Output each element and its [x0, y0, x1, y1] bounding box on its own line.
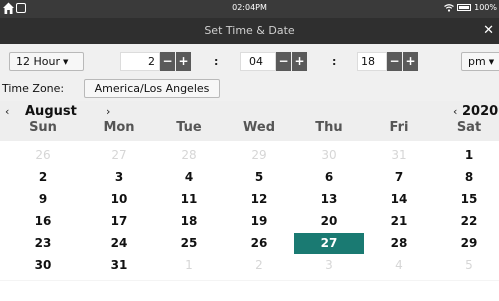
calendar-day[interactable]: 5	[224, 167, 294, 188]
hour-format-value: 12 Hour	[16, 55, 60, 68]
ampm-value: pm	[468, 55, 486, 68]
hour-format-dropdown[interactable]: 12 Hour ▼	[9, 52, 84, 71]
status-time: 02:04PM	[232, 3, 267, 12]
calendar-day[interactable]: 31	[84, 255, 154, 276]
close-icon[interactable]: ✕	[483, 23, 494, 38]
time-controls: 12 Hour ▼ 2 − + : 04 − + : 18 − + pm ▼	[0, 44, 499, 77]
month-title: August	[25, 104, 77, 119]
dialog-title: Set Time & Date	[204, 24, 295, 37]
calendar-day[interactable]: 26	[224, 233, 294, 254]
calendar-day[interactable]: 30	[294, 145, 364, 166]
calendar-day[interactable]: 8	[434, 167, 499, 188]
calendar-day[interactable]: 21	[364, 211, 434, 232]
calendar-day[interactable]: 14	[364, 189, 434, 210]
divider	[0, 280, 499, 281]
minute-increment-button[interactable]: +	[292, 52, 307, 71]
next-month-button[interactable]: ›	[106, 105, 110, 118]
calendar-day[interactable]: 29	[434, 233, 499, 254]
title-bar: Set Time & Date ✕	[0, 18, 499, 44]
minute-field[interactable]: 04	[240, 52, 276, 71]
timezone-label: Time Zone:	[2, 82, 65, 95]
calendar-day[interactable]: 28	[154, 145, 224, 166]
calendar-day[interactable]: 10	[84, 189, 154, 210]
ampm-dropdown[interactable]: pm ▼	[461, 52, 499, 71]
weekday-sun: Sun	[29, 120, 57, 135]
calendar-day[interactable]: 11	[154, 189, 224, 210]
second-decrement-button[interactable]: −	[387, 52, 402, 71]
calendar-day[interactable]: 31	[364, 145, 434, 166]
calendar-day[interactable]: 5	[434, 255, 499, 276]
battery-icon	[457, 4, 472, 11]
calendar-day[interactable]: 3	[84, 167, 154, 188]
calendar-day[interactable]: 23	[8, 233, 78, 254]
calendar-day[interactable]: 16	[8, 211, 78, 232]
calendar-day[interactable]: 2	[8, 167, 78, 188]
minute-decrement-button[interactable]: −	[276, 52, 291, 71]
calendar-day[interactable]: 3	[294, 255, 364, 276]
calendar-day[interactable]: 9	[8, 189, 78, 210]
calendar-day[interactable]: 4	[154, 167, 224, 188]
calendar-day[interactable]: 19	[224, 211, 294, 232]
calendar-day[interactable]: 1	[434, 145, 499, 166]
calendar-day[interactable]: 18	[154, 211, 224, 232]
status-bar: 02:04PM 100%	[0, 0, 499, 18]
hour-field[interactable]: 2	[120, 52, 160, 71]
wifi-icon	[444, 3, 454, 12]
calendar-day[interactable]: 29	[224, 145, 294, 166]
time-separator: :	[214, 55, 219, 68]
timezone-button[interactable]: America/Los Angeles	[84, 79, 220, 98]
prev-month-button[interactable]: ‹	[5, 105, 9, 118]
calendar-day[interactable]: 13	[294, 189, 364, 210]
weekday-thu: Thu	[315, 120, 343, 135]
calendar-day[interactable]: 22	[434, 211, 499, 232]
calendar-day[interactable]: 28	[364, 233, 434, 254]
hour-increment-button[interactable]: +	[176, 52, 191, 71]
calendar-day[interactable]: 27	[84, 145, 154, 166]
calendar-day[interactable]: 6	[294, 167, 364, 188]
weekday-sat: Sat	[456, 120, 482, 135]
caret-down-icon: ▼	[63, 58, 69, 66]
calendar-day[interactable]: 24	[84, 233, 154, 254]
time-separator: :	[332, 55, 337, 68]
calendar-day[interactable]: 7	[364, 167, 434, 188]
caret-down-icon: ▼	[488, 58, 495, 66]
second-field[interactable]: 18	[357, 52, 387, 71]
calendar-day[interactable]: 30	[8, 255, 78, 276]
year-title: 2020	[462, 104, 499, 119]
timezone-row: Time Zone: America/Los Angeles	[0, 77, 499, 101]
calendar-day[interactable]: 15	[434, 189, 499, 210]
second-increment-button[interactable]: +	[403, 52, 418, 71]
battery-level: 100%	[474, 3, 497, 12]
calendar-day[interactable]: 17	[84, 211, 154, 232]
calendar-day-selected[interactable]: 27	[294, 233, 364, 254]
weekday-mon: Mon	[103, 120, 135, 135]
weekday-wed: Wed	[243, 120, 275, 135]
prev-year-button[interactable]: ‹	[453, 105, 457, 118]
calendar-day[interactable]: 2	[224, 255, 294, 276]
calendar-day[interactable]: 12	[224, 189, 294, 210]
calendar-day[interactable]: 25	[154, 233, 224, 254]
weekday-fri: Fri	[389, 120, 409, 135]
calendar-day[interactable]: 4	[364, 255, 434, 276]
calendar-header: ‹ August › ‹ 2020 Sun Mon Tue Wed Thu Fr…	[0, 101, 499, 141]
calendar-day[interactable]: 1	[154, 255, 224, 276]
hour-decrement-button[interactable]: −	[160, 52, 175, 71]
weekday-tue: Tue	[176, 120, 202, 135]
calendar-day[interactable]: 20	[294, 211, 364, 232]
calendar-day[interactable]: 26	[8, 145, 78, 166]
